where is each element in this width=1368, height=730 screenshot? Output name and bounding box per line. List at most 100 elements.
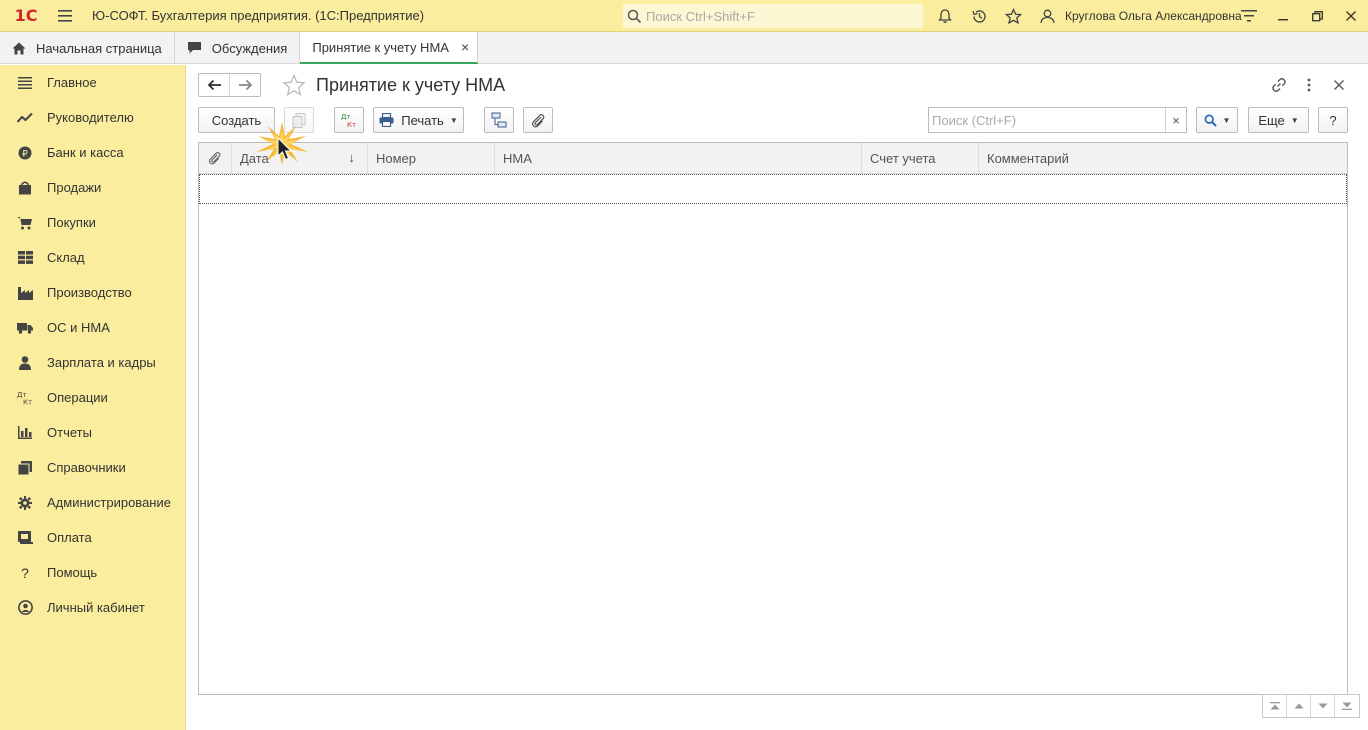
tab-label: Начальная страница <box>36 40 162 56</box>
close-icon <box>1334 80 1344 90</box>
print-button[interactable]: Печать ▼ <box>373 107 464 133</box>
sidebar-item-operations[interactable]: Дт Кт Операции <box>0 380 185 415</box>
global-search-input[interactable]: Поиск Ctrl+Shift+F <box>623 4 923 28</box>
sidebar-item-label: ОС и НМА <box>47 320 110 335</box>
column-attachments[interactable] <box>199 143 232 173</box>
back-button[interactable] <box>199 74 229 96</box>
column-label: Номер <box>376 150 417 166</box>
tab-label: Принятие к учету НМА <box>312 39 449 55</box>
column-comment[interactable]: Комментарий <box>979 143 1347 173</box>
structure-button[interactable] <box>484 107 514 133</box>
svg-text:Кт: Кт <box>23 398 32 405</box>
user-name[interactable]: Круглова Ольга Александровна <box>1065 0 1242 32</box>
sidebar-item-help[interactable]: ? Помощь <box>0 555 185 590</box>
settings-icon <box>1241 10 1257 22</box>
print-button-label: Печать <box>401 112 444 128</box>
add-to-favorites-button[interactable] <box>281 73 307 97</box>
sidebar-item-bank[interactable]: ₽ Банк и касса <box>0 135 185 170</box>
copy-icon <box>292 112 306 128</box>
scroll-bottom-icon <box>1342 702 1352 710</box>
forward-button[interactable] <box>229 74 260 96</box>
restore-button[interactable] <box>1300 0 1334 32</box>
more-button[interactable]: Еще ▼ <box>1248 107 1309 133</box>
restore-icon <box>1311 10 1323 21</box>
column-account[interactable]: Счет учета <box>862 143 979 173</box>
sidebar-item-purchases[interactable]: Покупки <box>0 205 185 240</box>
close-form-button[interactable] <box>1324 73 1354 97</box>
chat-icon <box>187 41 202 55</box>
form-content: Принятие к учету НМА Создать Дт Кт Печат… <box>187 65 1368 730</box>
sidebar-item-fixed-assets[interactable]: ОС и НМА <box>0 310 185 345</box>
copy-button[interactable] <box>284 107 314 133</box>
paperclip-icon <box>208 152 221 165</box>
tab-discussions[interactable]: Обсуждения <box>175 32 301 64</box>
close-window-button[interactable] <box>1334 0 1368 32</box>
tab-nma-acceptance[interactable]: Принятие к учету НМА × <box>300 32 479 64</box>
column-label: Комментарий <box>987 150 1069 166</box>
table-header: Дата ↓ Номер НМА Счет учета Комментарий <box>199 143 1347 174</box>
favorites-button[interactable] <box>996 0 1030 32</box>
home-icon <box>12 42 26 55</box>
sidebar-item-payment[interactable]: Оплата <box>0 520 185 555</box>
sections-sidebar: Главное Руководителю ₽ Банк и касса Прод… <box>0 65 186 730</box>
settings-button[interactable] <box>1232 0 1266 32</box>
notifications-button[interactable] <box>928 0 962 32</box>
column-label: НМА <box>503 150 532 166</box>
history-button[interactable] <box>962 0 996 32</box>
sidebar-item-main[interactable]: Главное <box>0 65 185 100</box>
scroll-to-top-button[interactable] <box>1263 695 1287 717</box>
sidebar-item-warehouse[interactable]: Склад <box>0 240 185 275</box>
get-link-button[interactable] <box>1264 73 1294 97</box>
column-number[interactable]: Номер <box>368 143 495 173</box>
sidebar-item-label: Производство <box>47 285 132 300</box>
account-icon <box>17 600 33 616</box>
scroll-up-icon <box>1294 703 1303 709</box>
create-button[interactable]: Создать <box>198 107 275 133</box>
sidebar-item-account[interactable]: Личный кабинет <box>0 590 185 625</box>
close-tab-icon[interactable]: × <box>461 39 469 55</box>
chevron-down-icon: ▼ <box>1290 115 1299 125</box>
attachments-button[interactable] <box>523 107 553 133</box>
sidebar-item-catalogs[interactable]: Справочники <box>0 450 185 485</box>
more-button-label: Еще <box>1258 112 1285 128</box>
column-date[interactable]: Дата ↓ <box>232 143 368 173</box>
paperclip-icon <box>532 113 545 127</box>
scroll-to-bottom-button[interactable] <box>1335 695 1359 717</box>
search-options-button[interactable]: ▼ <box>1196 107 1238 133</box>
sidebar-item-salary[interactable]: Зарплата и кадры <box>0 345 185 380</box>
sidebar-item-reports[interactable]: Отчеты <box>0 415 185 450</box>
search-icon <box>627 9 642 23</box>
book-icon <box>17 460 33 476</box>
column-label: Счет учета <box>870 150 936 166</box>
main-menu-button[interactable] <box>52 0 78 32</box>
scroll-up-button[interactable] <box>1287 695 1311 717</box>
column-nma[interactable]: НМА <box>495 143 862 173</box>
clear-search-button[interactable]: × <box>1165 108 1186 132</box>
search-icon <box>1204 114 1217 127</box>
question-icon: ? <box>21 564 29 581</box>
title-bar: 1С Ю-СОФТ. Бухгалтерия предприятия. (1С:… <box>0 0 1368 32</box>
sidebar-item-administration[interactable]: Администрирование <box>0 485 185 520</box>
sidebar-item-label: Продажи <box>47 180 102 195</box>
sidebar-item-label: Банк и касса <box>47 145 124 160</box>
global-search-placeholder: Поиск Ctrl+Shift+F <box>646 8 755 24</box>
tab-home[interactable]: Начальная страница <box>0 32 175 64</box>
history-navigation <box>198 73 261 97</box>
scroll-down-button[interactable] <box>1311 695 1335 717</box>
sidebar-item-label: Помощь <box>47 565 98 580</box>
dt-kt-button[interactable]: Дт Кт <box>334 107 364 133</box>
table-row-empty-selected[interactable] <box>199 174 1347 204</box>
help-button[interactable]: ? <box>1318 107 1348 133</box>
search-input[interactable] <box>929 108 1165 132</box>
app-logo: 1С <box>14 6 38 25</box>
sidebar-item-label: Руководителю <box>47 110 134 125</box>
user-button[interactable] <box>1030 0 1064 32</box>
sidebar-item-production[interactable]: Производство <box>0 275 185 310</box>
sidebar-item-sales[interactable]: Продажи <box>0 170 185 205</box>
list-scroll-buttons <box>1262 694 1360 718</box>
form-menu-button[interactable] <box>1294 73 1324 97</box>
printer-icon <box>379 113 394 127</box>
tab-label: Обсуждения <box>211 40 288 56</box>
minimize-button[interactable] <box>1266 0 1300 32</box>
sidebar-item-manager[interactable]: Руководителю <box>0 100 185 135</box>
